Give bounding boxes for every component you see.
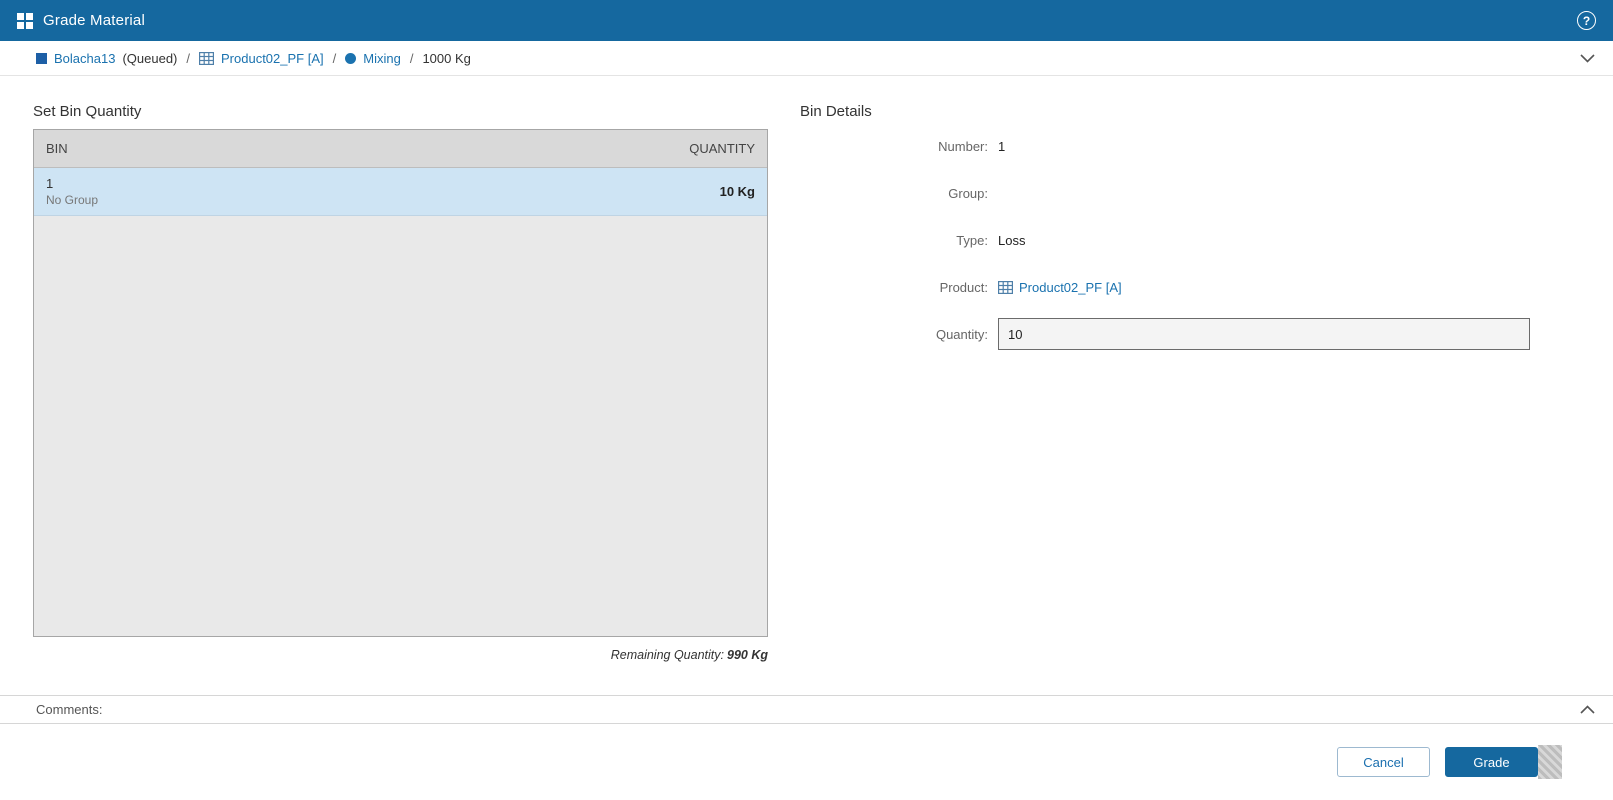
number-label: Number: bbox=[938, 138, 988, 154]
cancel-button[interactable]: Cancel bbox=[1337, 747, 1430, 777]
quantity-label: Quantity: bbox=[935, 326, 988, 342]
bin-row-group: No Group bbox=[46, 193, 99, 207]
app-header: Grade Material ? bbox=[0, 0, 1613, 41]
order-status: (Queued) bbox=[122, 50, 178, 66]
product-row: Product: Product02_PF [A] bbox=[800, 271, 1530, 303]
breadcrumb: Bolacha13 (Queued) / Product02_PF [A] / … bbox=[0, 41, 1613, 76]
operation-circle-icon bbox=[345, 52, 357, 64]
number-value: 1 bbox=[998, 138, 1006, 154]
product-link[interactable]: Product02_PF [A] bbox=[1019, 280, 1122, 295]
set-bin-quantity-panel: Set Bin Quantity BIN QUANTITY 1 No Group… bbox=[33, 103, 768, 695]
chevron-down-icon[interactable] bbox=[1580, 53, 1595, 63]
comments-label: Comments: bbox=[36, 702, 103, 717]
type-value: Loss bbox=[998, 232, 1026, 248]
bin-details-panel: Bin Details Number: 1 Group: Type: Loss … bbox=[800, 103, 1530, 695]
breadcrumb-separator: / bbox=[186, 50, 190, 66]
breadcrumb-operation-link[interactable]: Mixing bbox=[363, 51, 401, 66]
group-label: Group: bbox=[948, 185, 988, 201]
group-row: Group: bbox=[800, 177, 1530, 209]
breadcrumb-separator: / bbox=[332, 50, 337, 66]
page-title: Grade Material bbox=[43, 12, 146, 29]
bin-table: BIN QUANTITY 1 No Group 10 Kg bbox=[33, 129, 768, 637]
set-bin-quantity-title: Set Bin Quantity bbox=[33, 103, 142, 120]
comments-bar: Comments: bbox=[0, 695, 1613, 724]
help-glyph: ? bbox=[1582, 13, 1591, 28]
bin-details-title: Bin Details bbox=[800, 103, 872, 120]
table-row[interactable]: 1 No Group 10 Kg bbox=[34, 168, 767, 216]
main-content: Set Bin Quantity BIN QUANTITY 1 No Group… bbox=[0, 76, 1613, 695]
type-row: Type: Loss bbox=[800, 224, 1530, 256]
breadcrumb-product-link[interactable]: Product02_PF [A] bbox=[221, 51, 324, 66]
footer: Cancel Grade bbox=[0, 724, 1613, 800]
bin-details-form: Number: 1 Group: Type: Loss Product: Pro… bbox=[800, 130, 1530, 350]
order-quantity: 1000 Kg bbox=[422, 50, 471, 66]
remaining-quantity-label: Remaining Quantity: bbox=[610, 648, 724, 662]
quantity-row: Quantity: bbox=[800, 318, 1530, 350]
remaining-quantity: Remaining Quantity: 990 Kg bbox=[33, 648, 768, 662]
chevron-up-icon[interactable] bbox=[1580, 705, 1595, 714]
help-icon[interactable]: ? bbox=[1577, 11, 1596, 30]
app-grid-icon bbox=[17, 12, 33, 29]
breadcrumb-separator: / bbox=[409, 50, 414, 66]
bin-row-quantity: 10 Kg bbox=[719, 184, 755, 199]
quantity-input[interactable] bbox=[998, 318, 1530, 350]
type-label: Type: bbox=[956, 232, 988, 248]
breadcrumb-order-link[interactable]: Bolacha13 bbox=[54, 51, 115, 66]
resize-grip bbox=[1538, 745, 1562, 779]
product-grid-icon bbox=[998, 280, 1013, 294]
bin-table-header: BIN QUANTITY bbox=[34, 130, 767, 168]
product-label: Product: bbox=[939, 279, 988, 295]
number-row: Number: 1 bbox=[800, 130, 1530, 162]
product-grid-icon bbox=[199, 51, 214, 65]
column-header-quantity: QUANTITY bbox=[689, 141, 755, 156]
bin-table-empty-area bbox=[34, 216, 767, 636]
bin-row-number: 1 bbox=[46, 176, 54, 191]
column-header-bin: BIN bbox=[46, 141, 68, 156]
grade-button[interactable]: Grade bbox=[1445, 747, 1538, 777]
remaining-quantity-value: 990 Kg bbox=[727, 648, 768, 662]
order-square-icon bbox=[36, 52, 47, 64]
